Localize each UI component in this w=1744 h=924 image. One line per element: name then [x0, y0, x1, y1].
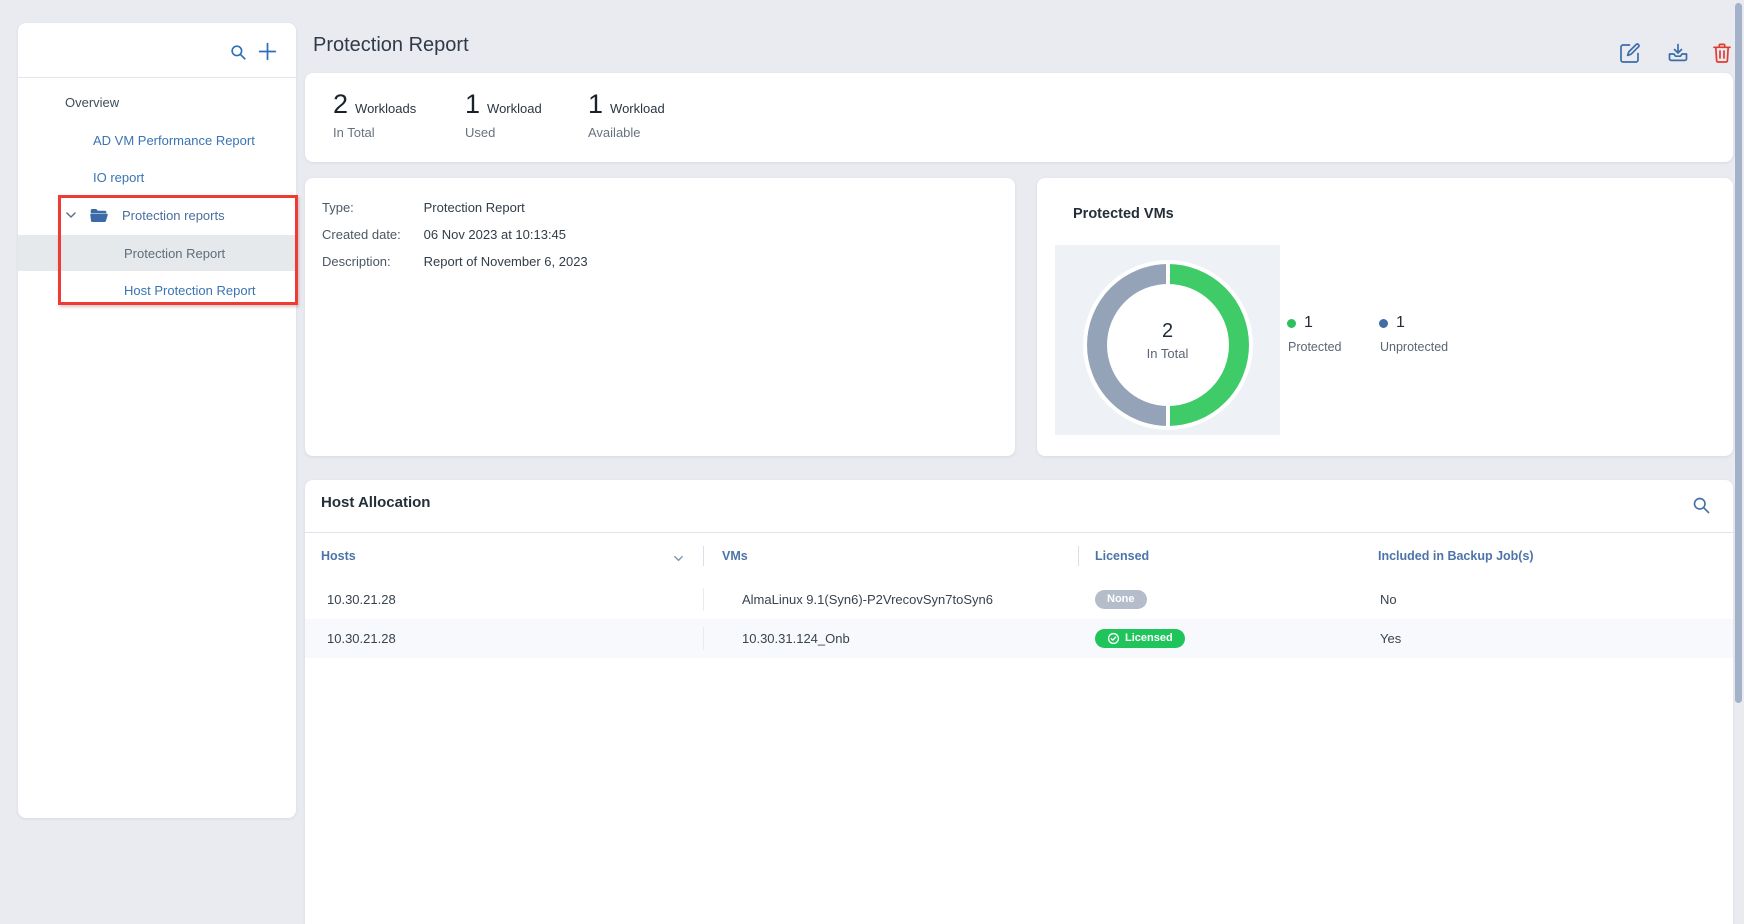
detail-row-description: Description: Report of November 6, 2023 — [322, 254, 588, 269]
legend-dot-protected — [1287, 319, 1296, 328]
check-circle-icon — [1107, 632, 1120, 645]
sidebar-item-protection-report-selected[interactable]: Protection Report — [18, 235, 296, 271]
cell-host: 10.30.21.28 — [327, 580, 396, 619]
sidebar-toolbar — [18, 23, 296, 78]
cell-host: 10.30.21.28 — [327, 619, 396, 658]
table-header-row: Hosts VMs Licensed Included in Backup Jo… — [305, 532, 1733, 580]
sidebar-item-label: Host Protection Report — [124, 283, 256, 298]
table-search-icon[interactable] — [1691, 495, 1711, 515]
column-header-vms[interactable]: VMs — [722, 532, 748, 580]
sidebar-item-ad-vm-performance-report[interactable]: AD VM Performance Report — [18, 122, 296, 158]
cell-vm: AlmaLinux 9.1(Syn6)-P2VrecovSyn7toSyn6 — [742, 580, 993, 619]
report-details-card: Type: Protection Report Created date: 06… — [305, 178, 1015, 456]
protected-vms-card: Protected VMs 2 In Total 1 Protected 1 — [1037, 178, 1733, 456]
chevron-down-icon[interactable] — [64, 208, 78, 222]
legend-unprotected: 1 Unprotected — [1379, 314, 1448, 354]
column-header-hosts[interactable]: Hosts — [321, 532, 356, 580]
download-report-icon[interactable] — [1666, 41, 1690, 65]
stat-available-workloads: 1 Workload Available — [588, 89, 665, 140]
search-icon[interactable] — [229, 43, 247, 61]
protected-vms-chart-panel: 2 In Total — [1055, 245, 1280, 435]
vertical-scrollbar[interactable] — [1735, 3, 1742, 703]
cell-included-in-backup: No — [1380, 580, 1397, 619]
badge-label: None — [1107, 593, 1135, 606]
table-row[interactable]: 10.30.21.28 AlmaLinux 9.1(Syn6)-P2Vrecov… — [305, 580, 1733, 619]
detail-row-created-date: Created date: 06 Nov 2023 at 10:13:45 — [322, 227, 566, 242]
add-report-icon[interactable] — [257, 41, 278, 62]
badge-label: Licensed — [1125, 632, 1173, 645]
detail-value: 06 Nov 2023 at 10:13:45 — [424, 227, 566, 242]
legend-protected: 1 Protected — [1287, 314, 1342, 354]
sidebar-folder-protection-reports[interactable]: Protection reports — [18, 197, 296, 233]
protected-vms-title: Protected VMs — [1073, 206, 1174, 222]
sidebar-item-io-report[interactable]: IO report — [18, 159, 296, 195]
sidebar-folder-label: Protection reports — [122, 208, 225, 223]
detail-label: Created date: — [322, 227, 420, 242]
page-title: Protection Report — [313, 34, 469, 57]
license-badge-licensed: Licensed — [1095, 629, 1185, 648]
license-badge-none: None — [1095, 590, 1147, 609]
host-allocation-card: Host Allocation Hosts VMs Licensed Inclu… — [305, 480, 1733, 924]
detail-label: Description: — [322, 254, 420, 269]
sidebar-item-label: AD VM Performance Report — [93, 133, 255, 148]
legend-label: Protected — [1287, 340, 1342, 354]
delete-report-icon[interactable] — [1710, 41, 1734, 65]
sidebar-item-label: Protection Report — [124, 246, 225, 261]
detail-label: Type: — [322, 200, 420, 215]
stat-total-workloads: 2 Workloads In Total — [333, 89, 416, 140]
donut-chart — [1078, 255, 1258, 435]
row-divider — [703, 627, 704, 650]
stat-value: 1 — [465, 89, 480, 120]
cell-included-in-backup: Yes — [1380, 619, 1401, 658]
folder-open-icon — [88, 206, 109, 224]
stat-caption: Available — [588, 125, 665, 140]
legend-value: 1 — [1304, 314, 1313, 332]
sidebar-item-host-protection-report[interactable]: Host Protection Report — [18, 272, 296, 308]
cell-vm: 10.30.31.124_Onb — [742, 619, 850, 658]
stat-unit: Workload — [610, 101, 665, 116]
row-divider — [703, 588, 704, 611]
column-divider — [703, 546, 704, 566]
stat-unit: Workload — [487, 101, 542, 116]
sidebar-item-label: Overview — [65, 95, 119, 110]
legend-dot-unprotected — [1379, 319, 1388, 328]
edit-report-icon[interactable] — [1618, 41, 1642, 65]
column-header-licensed[interactable]: Licensed — [1095, 532, 1149, 580]
detail-value: Protection Report — [424, 200, 525, 215]
legend-label: Unprotected — [1379, 340, 1448, 354]
stat-value: 1 — [588, 89, 603, 120]
sort-chevron-icon[interactable] — [673, 551, 684, 562]
stat-unit: Workloads — [355, 101, 416, 116]
sidebar-item-label: IO report — [93, 170, 144, 185]
workload-stats-card: 2 Workloads In Total 1 Workload Used 1 W… — [305, 73, 1733, 162]
sidebar-item-overview[interactable]: Overview — [18, 84, 296, 120]
reports-sidebar: Overview AD VM Performance Report IO rep… — [18, 23, 296, 818]
column-header-included[interactable]: Included in Backup Job(s) — [1378, 532, 1534, 580]
column-divider — [1078, 546, 1079, 566]
stat-caption: Used — [465, 125, 542, 140]
stat-value: 2 — [333, 89, 348, 120]
stat-used-workloads: 1 Workload Used — [465, 89, 542, 140]
detail-row-type: Type: Protection Report — [322, 200, 525, 215]
detail-value: Report of November 6, 2023 — [424, 254, 588, 269]
legend-value: 1 — [1396, 314, 1405, 332]
stat-caption: In Total — [333, 125, 416, 140]
host-allocation-title: Host Allocation — [321, 494, 430, 511]
table-row[interactable]: 10.30.21.28 10.30.31.124_Onb Licensed Ye… — [305, 619, 1733, 658]
